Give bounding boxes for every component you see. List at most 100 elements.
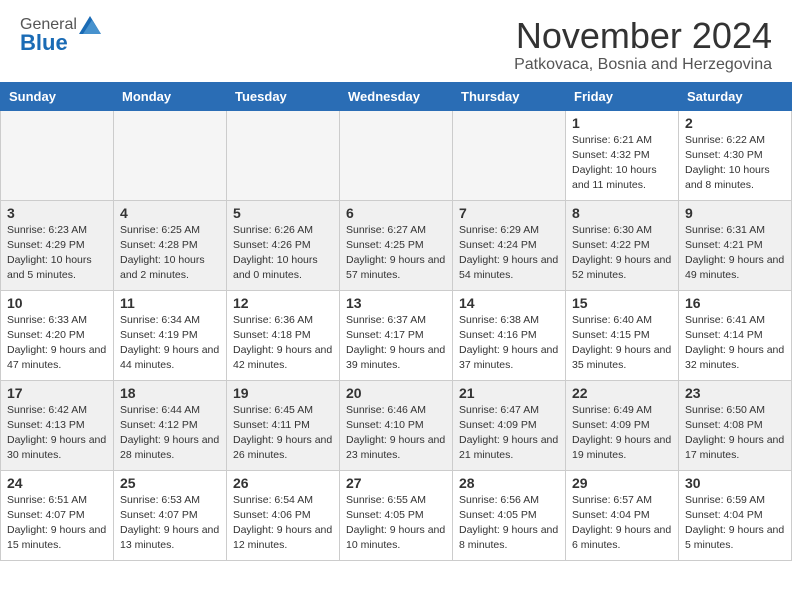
day-number: 23 — [685, 385, 785, 401]
logo-blue-text: Blue — [20, 30, 68, 56]
calendar-cell: 5Sunrise: 6:26 AM Sunset: 4:26 PM Daylig… — [227, 200, 340, 290]
day-number: 10 — [7, 295, 107, 311]
weekday-header-thursday: Thursday — [453, 82, 566, 110]
calendar-week-4: 24Sunrise: 6:51 AM Sunset: 4:07 PM Dayli… — [1, 470, 792, 560]
calendar-cell: 26 Sunrise: 6:54 AM Sunset: 4:06 PM Dayli… — [227, 470, 340, 560]
month-title: November 2024 — [514, 16, 772, 56]
calendar-cell: 7 Sunrise: 6:29 AM Sunset: 4:24 PM Daylig… — [453, 200, 566, 290]
calendar-cell: 4 Sunrise: 6:25 AM Sunset: 4:28 PM Daylig… — [114, 200, 227, 290]
day-info: Sunrise: 6:55 AM Sunset: 4:05 PM Dayligh… — [346, 493, 446, 554]
calendar-cell: 30Sunrise: 6:59 AM Sunset: 4:04 PM Dayli… — [679, 470, 792, 560]
calendar-cell — [1, 110, 114, 200]
calendar-cell: 15 Sunrise: 6:40 AM Sunset: 4:15 PM Dayli… — [566, 290, 679, 380]
calendar-cell: 6 Sunrise: 6:27 AM Sunset: 4:25 PM Daylig… — [340, 200, 453, 290]
day-number: 25 — [120, 475, 220, 491]
day-info: Sunrise: 6:50 AM Sunset: 4:08 PM Dayligh… — [685, 403, 785, 464]
calendar-cell: 18Sunrise: 6:44 AM Sunset: 4:12 PM Dayli… — [114, 380, 227, 470]
day-number: 16 — [685, 295, 785, 311]
location-title: Patkovaca, Bosnia and Herzegovina — [514, 56, 772, 74]
day-number: 22 — [572, 385, 672, 401]
day-number: 28 — [459, 475, 559, 491]
weekday-header-tuesday: Tuesday — [227, 82, 340, 110]
day-info: Sunrise: 6:56 AM Sunset: 4:05 PM Dayligh… — [459, 493, 559, 554]
day-number: 26 — [233, 475, 333, 491]
day-info: Sunrise: 6:46 AM Sunset: 4:10 PM Dayligh… — [346, 403, 446, 464]
calendar-cell: 19 Sunrise: 6:45 AM Sunset: 4:11 PM Dayli… — [227, 380, 340, 470]
day-info: Sunrise: 6:41 AM Sunset: 4:14 PM Dayligh… — [685, 313, 785, 374]
calendar-cell: 17 Sunrise: 6:42 AM Sunset: 4:13 PM Dayli… — [1, 380, 114, 470]
calendar-cell: 28 Sunrise: 6:56 AM Sunset: 4:05 PM Dayli… — [453, 470, 566, 560]
calendar-cell: 16 Sunrise: 6:41 AM Sunset: 4:14 PM Dayli… — [679, 290, 792, 380]
calendar-cell: 13 Sunrise: 6:37 AM Sunset: 4:17 PM Dayli… — [340, 290, 453, 380]
weekday-header-saturday: Saturday — [679, 82, 792, 110]
calendar-cell: 9 Sunrise: 6:31 AM Sunset: 4:21 PM Daylig… — [679, 200, 792, 290]
day-info: Sunrise: 6:57 AM Sunset: 4:04 PM Dayligh… — [572, 493, 672, 554]
calendar-cell: 21 Sunrise: 6:47 AM Sunset: 4:09 PM Dayli… — [453, 380, 566, 470]
day-number: 21 — [459, 385, 559, 401]
day-number: 12 — [233, 295, 333, 311]
calendar-cell — [340, 110, 453, 200]
calendar-week-3: 17 Sunrise: 6:42 AM Sunset: 4:13 PM Dayli… — [1, 380, 792, 470]
day-info: Sunrise: 6:59 AM Sunset: 4:04 PM Dayligh… — [685, 493, 785, 554]
calendar-cell: 3 Sunrise: 6:23 AM Sunset: 4:29 PM Daylig… — [1, 200, 114, 290]
title-block: November 2024 Patkovaca, Bosnia and Herz… — [514, 16, 772, 74]
day-number: 8 — [572, 205, 672, 221]
day-info: Sunrise: 6:22 AM Sunset: 4:30 PM Dayligh… — [685, 133, 785, 194]
day-number: 4 — [120, 205, 220, 221]
day-info: Sunrise: 6:54 AM Sunset: 4:06 PM Dayligh… — [233, 493, 333, 554]
day-number: 3 — [7, 205, 107, 221]
day-info: Sunrise: 6:26 AM Sunset: 4:26 PM Dayligh… — [233, 223, 333, 284]
calendar-cell — [114, 110, 227, 200]
day-info: Sunrise: 6:47 AM Sunset: 4:09 PM Dayligh… — [459, 403, 559, 464]
calendar-cell: 27 Sunrise: 6:55 AM Sunset: 4:05 PM Dayli… — [340, 470, 453, 560]
day-number: 7 — [459, 205, 559, 221]
day-number: 9 — [685, 205, 785, 221]
day-number: 17 — [7, 385, 107, 401]
day-number: 27 — [346, 475, 446, 491]
calendar-cell: 24Sunrise: 6:51 AM Sunset: 4:07 PM Dayli… — [1, 470, 114, 560]
page-header: General Blue November 2024 Patkovaca, Bo… — [0, 0, 792, 82]
day-info: Sunrise: 6:42 AM Sunset: 4:13 PM Dayligh… — [7, 403, 107, 464]
calendar-cell: 23 Sunrise: 6:50 AM Sunset: 4:08 PM Dayli… — [679, 380, 792, 470]
day-info: Sunrise: 6:30 AM Sunset: 4:22 PM Dayligh… — [572, 223, 672, 284]
day-info: Sunrise: 6:36 AM Sunset: 4:18 PM Dayligh… — [233, 313, 333, 374]
day-info: Sunrise: 6:40 AM Sunset: 4:15 PM Dayligh… — [572, 313, 672, 374]
weekday-header-monday: Monday — [114, 82, 227, 110]
day-info: Sunrise: 6:37 AM Sunset: 4:17 PM Dayligh… — [346, 313, 446, 374]
calendar-cell: 2Sunrise: 6:22 AM Sunset: 4:30 PM Daylig… — [679, 110, 792, 200]
calendar-cell: 10 Sunrise: 6:33 AM Sunset: 4:20 PM Dayli… — [1, 290, 114, 380]
day-number: 6 — [346, 205, 446, 221]
day-info: Sunrise: 6:33 AM Sunset: 4:20 PM Dayligh… — [7, 313, 107, 374]
day-info: Sunrise: 6:29 AM Sunset: 4:24 PM Dayligh… — [459, 223, 559, 284]
calendar-cell: 25Sunrise: 6:53 AM Sunset: 4:07 PM Dayli… — [114, 470, 227, 560]
day-number: 14 — [459, 295, 559, 311]
day-info: Sunrise: 6:23 AM Sunset: 4:29 PM Dayligh… — [7, 223, 107, 284]
calendar-cell — [227, 110, 340, 200]
calendar-cell: 14 Sunrise: 6:38 AM Sunset: 4:16 PM Dayli… — [453, 290, 566, 380]
day-info: Sunrise: 6:49 AM Sunset: 4:09 PM Dayligh… — [572, 403, 672, 464]
day-number: 15 — [572, 295, 672, 311]
day-number: 20 — [346, 385, 446, 401]
calendar-cell: 29 Sunrise: 6:57 AM Sunset: 4:04 PM Dayli… — [566, 470, 679, 560]
day-number: 1 — [572, 115, 672, 131]
day-info: Sunrise: 6:38 AM Sunset: 4:16 PM Dayligh… — [459, 313, 559, 374]
day-number: 19 — [233, 385, 333, 401]
logo-icon — [79, 16, 101, 34]
day-info: Sunrise: 6:27 AM Sunset: 4:25 PM Dayligh… — [346, 223, 446, 284]
day-info: Sunrise: 6:25 AM Sunset: 4:28 PM Dayligh… — [120, 223, 220, 284]
day-number: 11 — [120, 295, 220, 311]
calendar-cell: 20 Sunrise: 6:46 AM Sunset: 4:10 PM Dayli… — [340, 380, 453, 470]
day-info: Sunrise: 6:45 AM Sunset: 4:11 PM Dayligh… — [233, 403, 333, 464]
day-info: Sunrise: 6:51 AM Sunset: 4:07 PM Dayligh… — [7, 493, 107, 554]
day-info: Sunrise: 6:31 AM Sunset: 4:21 PM Dayligh… — [685, 223, 785, 284]
calendar-cell — [453, 110, 566, 200]
calendar-cell: 12 Sunrise: 6:36 AM Sunset: 4:18 PM Dayli… — [227, 290, 340, 380]
calendar-cell: 22 Sunrise: 6:49 AM Sunset: 4:09 PM Dayli… — [566, 380, 679, 470]
calendar-cell: 11Sunrise: 6:34 AM Sunset: 4:19 PM Dayli… — [114, 290, 227, 380]
calendar-week-0: 1Sunrise: 6:21 AM Sunset: 4:32 PM Daylig… — [1, 110, 792, 200]
calendar-week-2: 10 Sunrise: 6:33 AM Sunset: 4:20 PM Dayli… — [1, 290, 792, 380]
weekday-header-row: SundayMondayTuesdayWednesdayThursdayFrid… — [1, 82, 792, 110]
day-number: 13 — [346, 295, 446, 311]
day-number: 29 — [572, 475, 672, 491]
day-number: 18 — [120, 385, 220, 401]
